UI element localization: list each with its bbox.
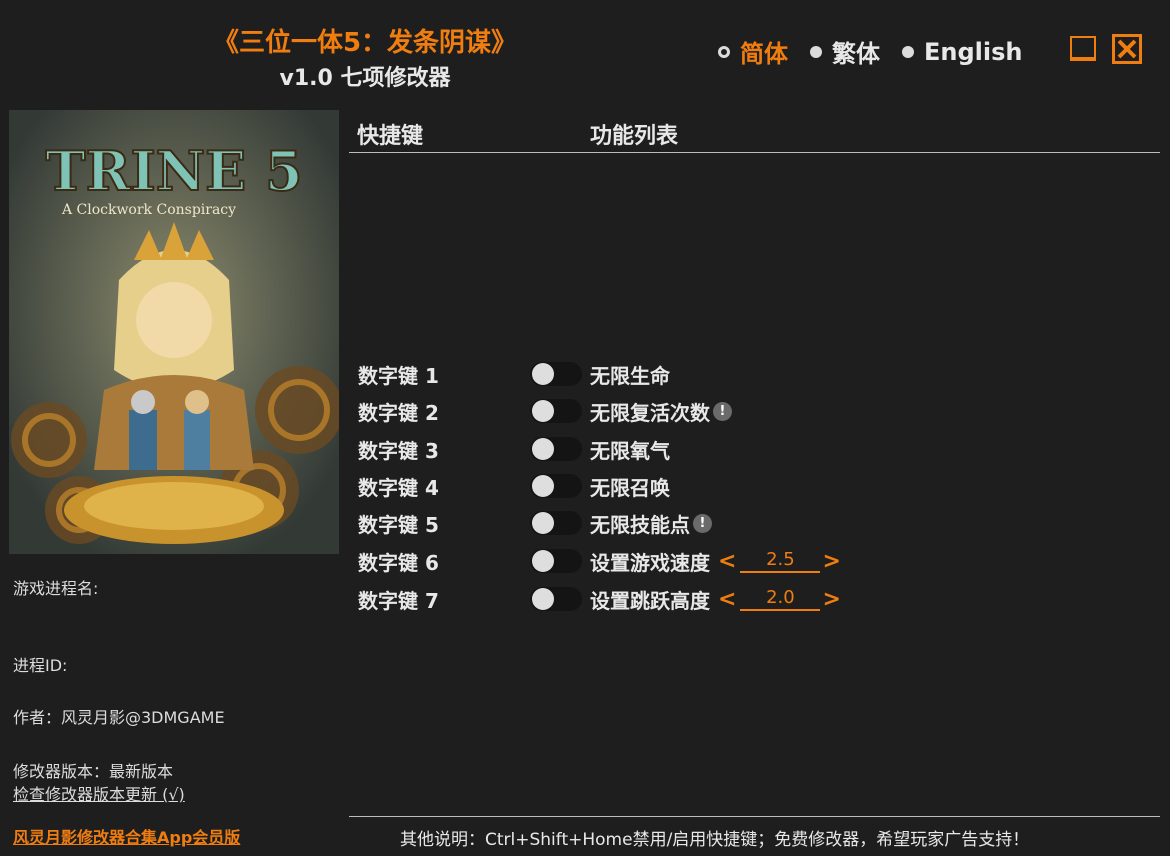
hotkey-label: 数字键 3 [358, 438, 439, 463]
value-input[interactable]: 2.5 [740, 549, 821, 573]
cheat-label: 无限复活次数 [590, 400, 710, 425]
lang-label: 繁体 [832, 40, 880, 68]
cheat-row: 数字键 4 无限召唤 [358, 470, 670, 502]
cheat-toggle[interactable] [530, 549, 582, 573]
header-divider [349, 152, 1160, 153]
cheat-row: 数字键 1 无限生命 [358, 358, 670, 390]
promo-link[interactable]: 风灵月影修改器合集App会员版 [13, 824, 240, 848]
cheat-row: 数字键 2 无限复活次数 ! [358, 395, 732, 427]
cheat-label: 无限技能点 [590, 512, 690, 537]
hotkey-label: 数字键 6 [358, 550, 439, 575]
cheat-label: 无限氧气 [590, 438, 670, 463]
minimize-button[interactable] [1068, 34, 1098, 64]
feature-column-header: 功能列表 [590, 124, 679, 149]
cheat-label: 设置游戏速度 [590, 550, 710, 575]
game-cover-image: TRINE 5 A Clockwork Conspiracy [9, 110, 339, 554]
version-label: 修改器版本：最新版本 [13, 762, 174, 781]
cheat-row: 数字键 7 设置跳跃高度 < 2.0 > [358, 583, 841, 615]
cheat-toggle[interactable] [530, 474, 582, 498]
cheat-row: 数字键 3 无限氧气 [358, 433, 670, 465]
cheat-toggle[interactable] [530, 511, 582, 535]
cheat-label: 无限生命 [590, 363, 670, 388]
cover-logo: TRINE 5 [45, 139, 302, 203]
app-subtitle: v1.0 七项修改器 [279, 66, 451, 91]
author-label: 作者：风灵月影@3DMGAME [13, 708, 225, 727]
increase-arrow-button[interactable]: > [822, 549, 840, 574]
increase-arrow-button[interactable]: > [822, 587, 840, 612]
cheat-toggle[interactable] [530, 437, 582, 461]
hotkey-label: 数字键 1 [358, 363, 439, 388]
hotkey-column-header: 快捷键 [357, 124, 424, 149]
lang-english-option[interactable]: English [902, 38, 1022, 66]
cheat-row: 数字键 5 无限技能点 ! [358, 507, 712, 539]
radio-icon[interactable] [810, 45, 822, 58]
process-name-label: 游戏进程名: [13, 579, 99, 598]
footer-note: 其他说明：Ctrl+Shift+Home禁用/启用快捷键；免费修改器，希望玩家广… [400, 830, 1030, 850]
radio-selected-icon[interactable] [718, 45, 730, 58]
cheat-row: 数字键 6 设置游戏速度 < 2.5 > [358, 545, 841, 577]
cheat-toggle[interactable] [530, 587, 582, 611]
cheat-toggle[interactable] [530, 362, 582, 386]
footer-divider [349, 816, 1160, 817]
decrease-arrow-button[interactable]: < [718, 587, 736, 612]
hotkey-label: 数字键 7 [358, 588, 439, 613]
hotkey-label: 数字键 2 [358, 400, 439, 425]
lang-label: English [924, 37, 1023, 66]
cheat-label: 设置跳跃高度 [590, 588, 710, 613]
lang-traditional-option[interactable]: 繁体 [810, 34, 880, 69]
cheat-toggle[interactable] [530, 399, 582, 423]
language-selector: 简体 繁体 English [718, 34, 1044, 69]
lang-label: 简体 [740, 40, 788, 68]
lang-simplified-option[interactable]: 简体 [718, 34, 788, 69]
info-warning-icon[interactable]: ! [693, 513, 712, 533]
close-button[interactable] [1112, 34, 1142, 64]
radio-icon[interactable] [902, 45, 914, 58]
check-update-link[interactable]: 检查修改器版本更新 (√) [13, 781, 185, 805]
app-title: 《三位一体5：发条阴谋》 [212, 28, 518, 58]
decrease-arrow-button[interactable]: < [718, 549, 736, 574]
cover-logo-subtitle: A Clockwork Conspiracy [61, 202, 236, 218]
value-input[interactable]: 2.0 [740, 587, 821, 611]
process-id-label: 进程ID: [13, 656, 68, 675]
hotkey-label: 数字键 4 [358, 475, 439, 500]
info-warning-icon[interactable]: ! [713, 401, 732, 421]
cheat-label: 无限召唤 [590, 475, 670, 500]
close-icon [1117, 39, 1137, 59]
hotkey-label: 数字键 5 [358, 512, 439, 537]
